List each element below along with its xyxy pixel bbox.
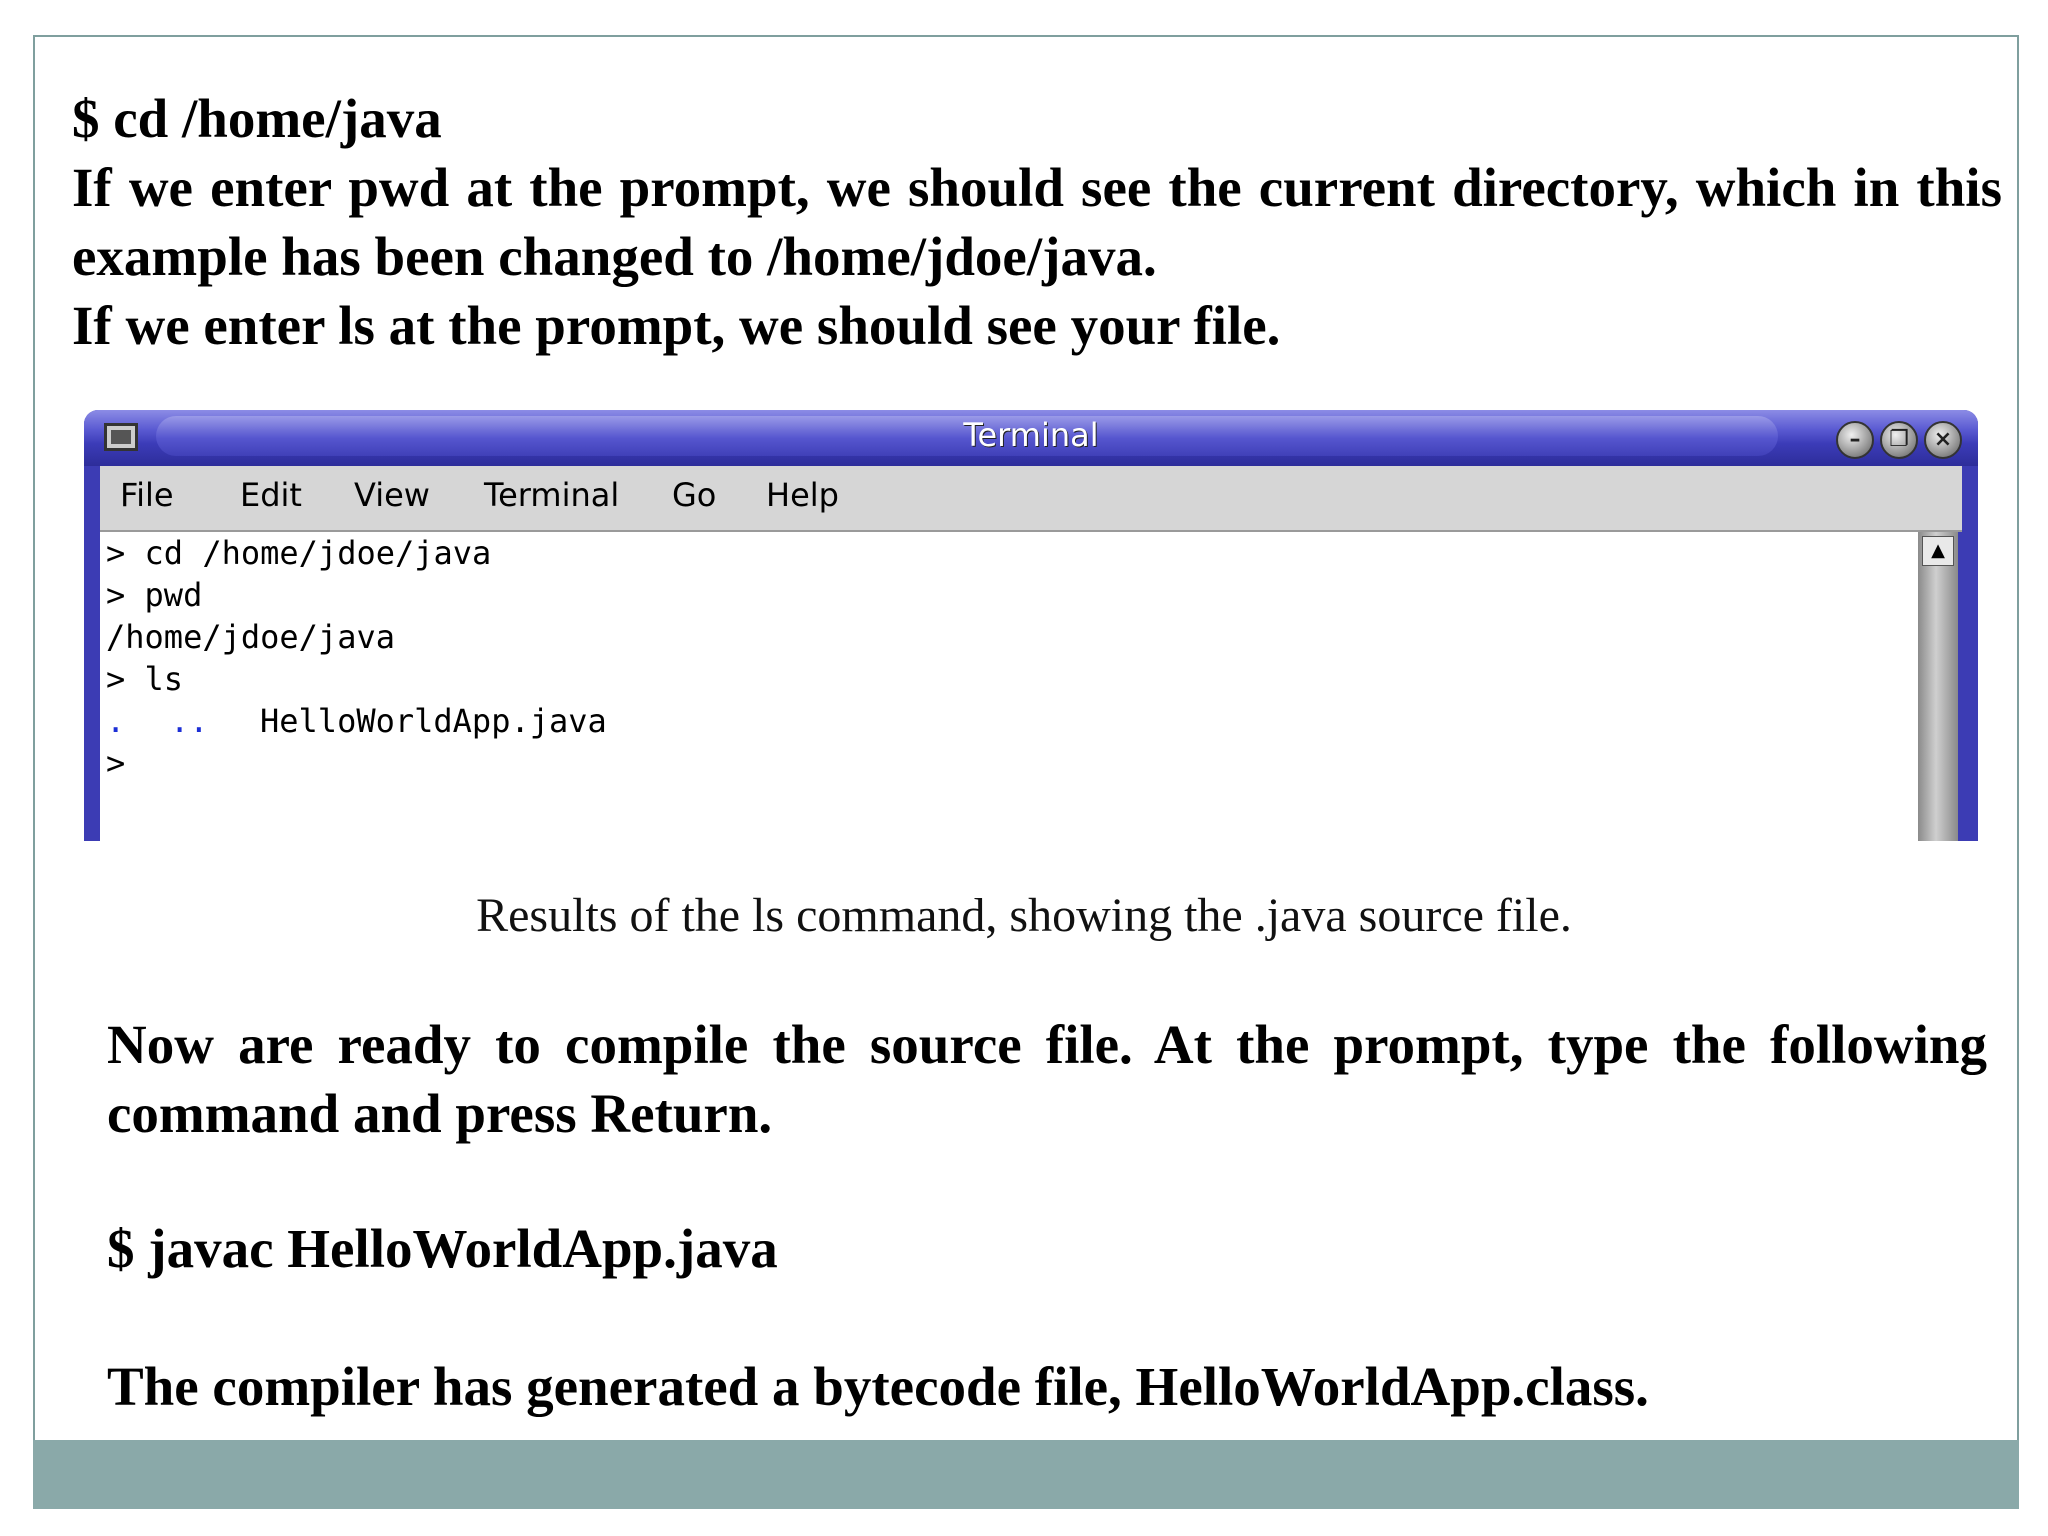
dir-entry-parent: .. bbox=[170, 702, 209, 740]
menu-terminal[interactable]: Terminal bbox=[484, 476, 619, 514]
terminal-line: > cd /home/jdoe/java bbox=[106, 534, 492, 572]
terminal-line: /home/jdoe/java bbox=[106, 618, 395, 656]
file-entry: HelloWorldApp.java bbox=[260, 702, 607, 740]
dir-entry-current: . bbox=[106, 702, 126, 740]
menu-help[interactable]: Help bbox=[766, 476, 839, 514]
figure-caption: Results of the ls command, showing the .… bbox=[476, 889, 1572, 942]
footer-band bbox=[33, 1440, 2019, 1509]
terminal-line: > ls bbox=[106, 660, 184, 698]
intro-paragraph: $ cd /home/java If we enter pwd at the p… bbox=[72, 84, 2002, 360]
cd-command-line: $ cd /home/java bbox=[72, 88, 442, 149]
scroll-up-arrow-icon[interactable]: ▲ bbox=[1922, 536, 1954, 566]
javac-command: $ javac HelloWorldApp.java bbox=[107, 1218, 778, 1279]
menu-edit[interactable]: Edit bbox=[240, 476, 302, 514]
maximize-button[interactable]: ❐ bbox=[1880, 421, 1918, 459]
terminal-line: > pwd bbox=[106, 576, 203, 614]
compiler-result: The compiler has generated a bytecode fi… bbox=[107, 1356, 1649, 1417]
compile-instruction: Now are ready to compile the source file… bbox=[107, 1014, 1987, 1144]
close-button[interactable]: × bbox=[1924, 421, 1962, 459]
terminal-window: Terminal – ❐ × File Edit View Terminal G… bbox=[84, 410, 1978, 841]
terminal-output[interactable]: > cd /home/jdoe/java > pwd /home/jdoe/ja… bbox=[100, 532, 1918, 841]
menu-go[interactable]: Go bbox=[672, 476, 716, 514]
terminal-title: Terminal bbox=[963, 416, 1099, 454]
terminal-prompt: > bbox=[106, 744, 126, 782]
menu-view[interactable]: View bbox=[354, 476, 430, 514]
terminal-titlebar[interactable]: Terminal – ❐ × bbox=[84, 410, 1978, 466]
minimize-button[interactable]: – bbox=[1836, 421, 1874, 459]
window-controls: – ❐ × bbox=[1836, 421, 1962, 459]
terminal-menubar: File Edit View Terminal Go Help bbox=[100, 466, 1962, 532]
menu-file[interactable]: File bbox=[120, 476, 174, 514]
ls-explanation: If we enter ls at the prompt, we should … bbox=[72, 295, 1281, 356]
pwd-explanation: If we enter pwd at the prompt, we should… bbox=[72, 157, 2002, 287]
terminal-scrollbar[interactable]: ▲ bbox=[1918, 532, 1958, 841]
